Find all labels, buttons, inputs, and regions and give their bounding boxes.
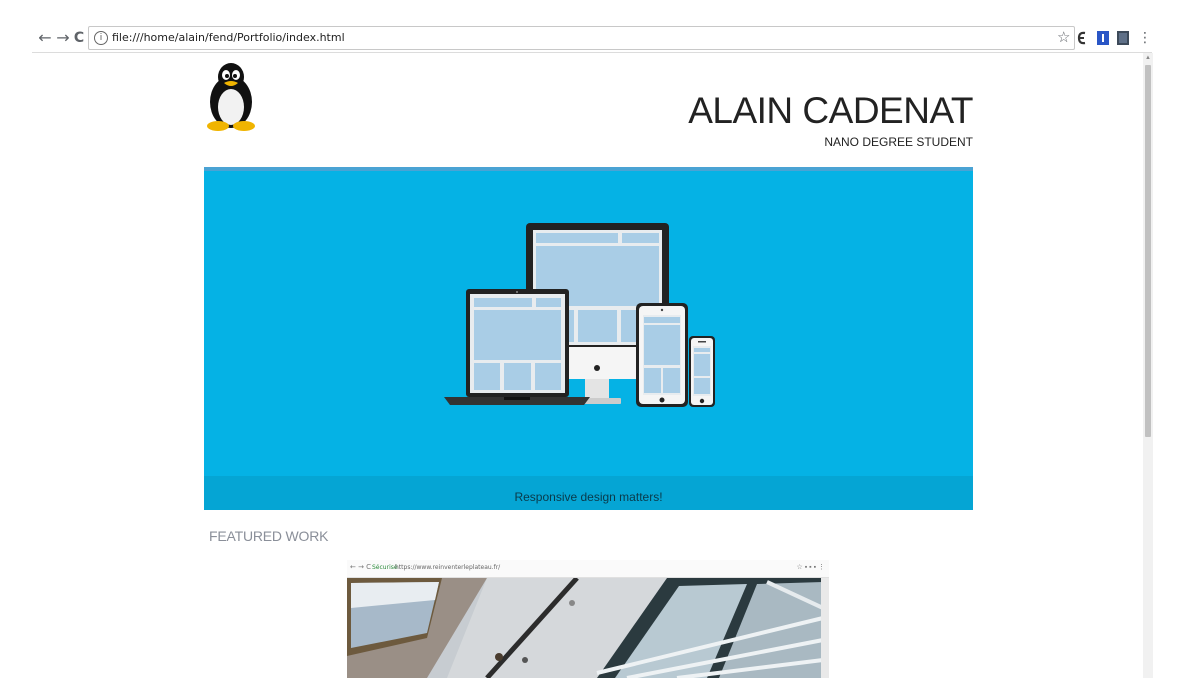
thumbnail-nav-icons: ← → C	[350, 563, 372, 571]
url-text[interactable]: file:///home/alain/fend/Portfolio/index.…	[112, 31, 345, 44]
thumbnail-toolbar-icons: ☆ ▪ ▪ ▪ ⋮	[796, 564, 826, 571]
scrollbar-thumb[interactable]	[1145, 65, 1151, 437]
site-subtitle: NANO DEGREE STUDENT	[824, 135, 973, 149]
scrollbar[interactable]: ▲	[1143, 53, 1153, 678]
hero-top-border	[204, 167, 973, 171]
hero-caption-bar: Responsive design matters!	[204, 476, 973, 510]
site-title: ALAIN CADENAT	[688, 90, 973, 131]
scroll-up-arrow-icon[interactable]: ▲	[1145, 55, 1151, 61]
thumbnail-browser-bar: ← → C Sécurisé https://www.reinventerlep…	[347, 560, 829, 578]
bookmark-star-icon[interactable]: ☆	[1057, 29, 1070, 45]
extension-blue-icon[interactable]	[1097, 30, 1109, 46]
responsive-devices-illustration	[444, 223, 715, 407]
extension-dark-icon[interactable]	[1117, 30, 1129, 46]
back-button[interactable]: ←	[36, 29, 54, 47]
penguin-logo	[207, 63, 255, 131]
featured-work-heading: FEATURED WORK	[209, 528, 329, 544]
reload-button[interactable]: C	[70, 29, 88, 47]
thumbnail-secure-label: Sécurisé	[372, 564, 398, 571]
info-icon[interactable]: i	[94, 31, 108, 45]
browser-toolbar: ← → C i file:///home/alain/fend/Portfoli…	[0, 0, 1200, 52]
address-bar[interactable]: i file:///home/alain/fend/Portfolio/inde…	[88, 26, 1075, 50]
extension-e-icon[interactable]	[1076, 30, 1088, 46]
toolbar-divider	[32, 52, 1152, 53]
browser-menu-icon[interactable]: ⋮	[1136, 29, 1154, 47]
workspace-photo	[347, 578, 829, 678]
thumbnail-url: https://www.reinventerleplateau.fr/	[395, 564, 501, 571]
hero-caption: Responsive design matters!	[514, 490, 663, 504]
featured-work-thumbnail[interactable]: ← → C Sécurisé https://www.reinventerlep…	[347, 560, 829, 678]
hero-banner: Responsive design matters!	[204, 167, 973, 510]
